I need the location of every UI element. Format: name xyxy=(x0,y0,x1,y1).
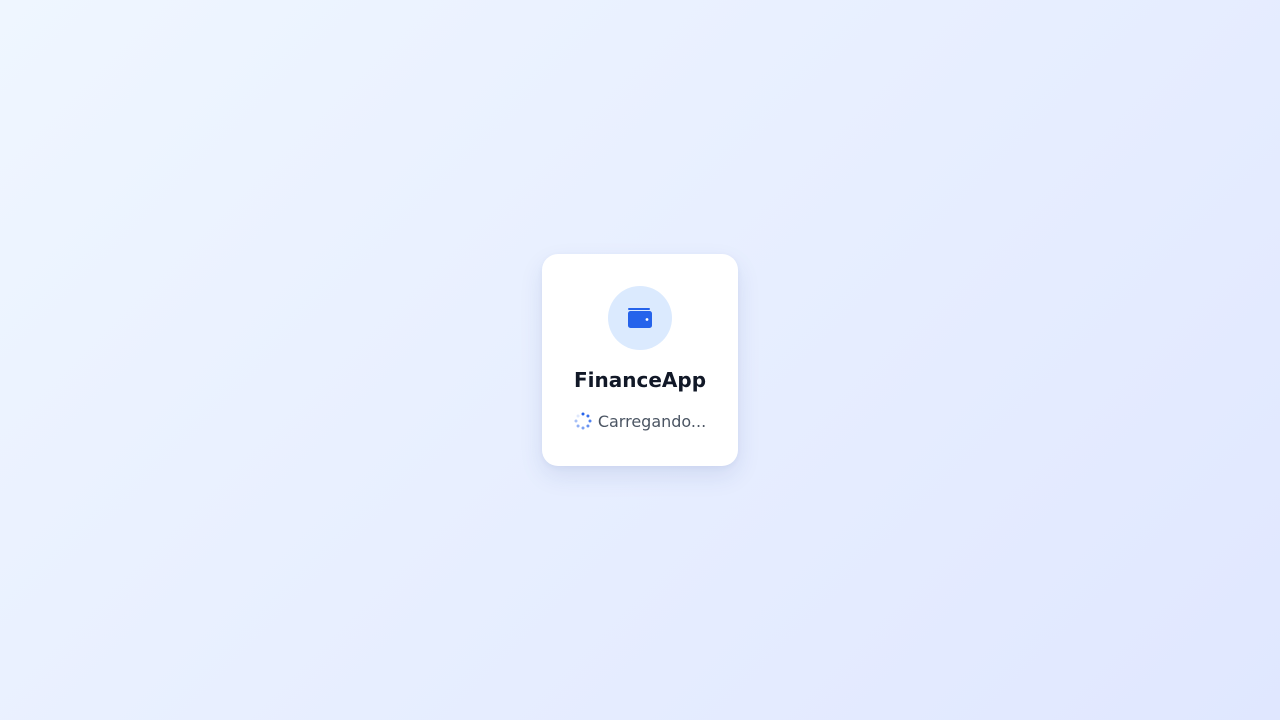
wallet-icon xyxy=(628,308,652,328)
loading-card: FinanceApp Carregando... xyxy=(542,254,738,466)
loading-text: Carregando... xyxy=(597,411,707,431)
loading-indicator: Carregando... xyxy=(542,410,738,432)
app-logo xyxy=(608,286,672,350)
spinner-icon xyxy=(574,412,592,430)
app-title: FinanceApp xyxy=(573,368,707,392)
